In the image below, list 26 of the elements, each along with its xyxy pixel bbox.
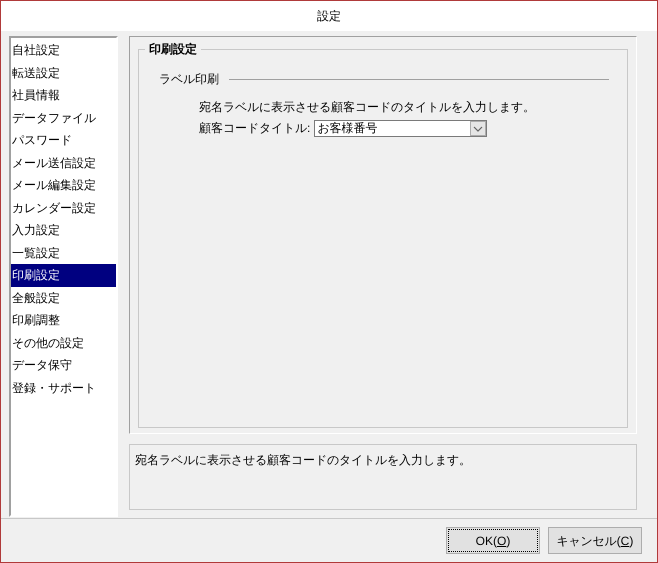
section-title: ラベル印刷 bbox=[159, 71, 220, 88]
title-dropdown[interactable]: お客様番号 bbox=[314, 120, 488, 136]
list-item[interactable]: 登録・サポート bbox=[11, 376, 116, 399]
list-item[interactable]: 全般設定 bbox=[11, 286, 116, 309]
field-label: 顧客コードタイトル: bbox=[199, 120, 310, 137]
chevron-down-icon bbox=[470, 120, 486, 136]
list-item[interactable]: データファイル bbox=[11, 106, 116, 129]
list-item[interactable]: 自社設定 bbox=[11, 39, 116, 62]
list-item[interactable]: パスワード bbox=[11, 129, 116, 152]
list-item[interactable]: 印刷設定 bbox=[11, 264, 116, 286]
list-item[interactable]: 一覧設定 bbox=[11, 242, 116, 264]
list-item[interactable]: メール送信設定 bbox=[11, 152, 116, 174]
list-item[interactable]: その他の設定 bbox=[11, 332, 116, 354]
list-item[interactable]: カレンダー設定 bbox=[11, 196, 116, 219]
list-item[interactable]: 入力設定 bbox=[11, 219, 116, 242]
list-item[interactable]: 転送設定 bbox=[11, 62, 116, 84]
list-item[interactable]: メール編集設定 bbox=[11, 174, 116, 196]
list-item[interactable]: 社員情報 bbox=[11, 84, 116, 106]
dialog-button[interactable]: キャンセル(C) bbox=[548, 527, 642, 554]
group-title: 印刷設定 bbox=[145, 41, 201, 57]
list-item[interactable]: 印刷調整 bbox=[11, 309, 116, 332]
section-description: 宛名ラベルに表示させる顧客コードのタイトルを入力します。 bbox=[199, 99, 536, 116]
dialog-button[interactable]: OK(O) bbox=[446, 527, 540, 554]
help-text: 宛名ラベルに表示させる顧客コードのタイトルを入力します。 bbox=[135, 453, 471, 467]
list-item[interactable]: データ保守 bbox=[11, 354, 116, 376]
window-title: 設定 bbox=[317, 8, 341, 25]
